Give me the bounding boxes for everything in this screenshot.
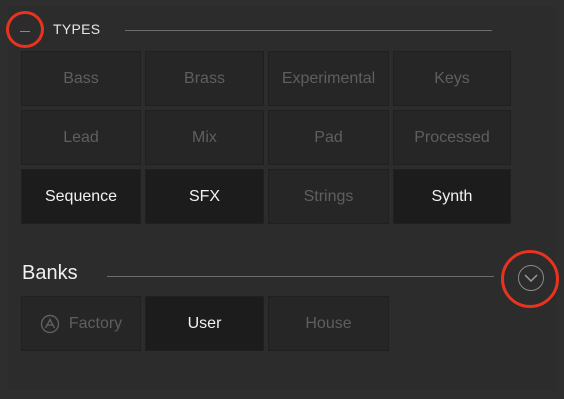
bank-button-factory[interactable]: Factory — [21, 296, 141, 351]
type-button-mix[interactable]: Mix — [145, 110, 264, 165]
type-button-strings[interactable]: Strings — [268, 169, 389, 224]
type-button-bass[interactable]: Bass — [21, 51, 141, 106]
type-button-pad[interactable]: Pad — [268, 110, 389, 165]
bank-button-user[interactable]: User — [145, 296, 264, 351]
types-divider — [125, 30, 492, 31]
type-button-keys[interactable]: Keys — [393, 51, 511, 106]
banks-divider — [107, 276, 494, 277]
type-button-sfx[interactable]: SFX — [145, 169, 264, 224]
type-button-processed[interactable]: Processed — [393, 110, 511, 165]
arturia-logo-icon — [40, 314, 60, 333]
types-section-title: TYPES — [53, 21, 101, 37]
bank-label-factory: Factory — [68, 314, 123, 332]
type-button-experimental[interactable]: Experimental — [268, 51, 389, 106]
type-button-sequence[interactable]: Sequence — [21, 169, 141, 224]
banks-grid: Factory User House — [21, 296, 389, 351]
types-grid: Bass Brass Experimental Keys Lead Mix Pa… — [21, 51, 511, 224]
type-button-brass[interactable]: Brass — [145, 51, 264, 106]
collapse-types-button[interactable] — [14, 20, 36, 42]
expand-banks-button[interactable] — [518, 265, 544, 291]
type-button-synth[interactable]: Synth — [393, 169, 511, 224]
chevron-down-icon — [524, 274, 538, 282]
banks-section-title: Banks — [22, 262, 78, 284]
type-button-lead[interactable]: Lead — [21, 110, 141, 165]
bank-button-house[interactable]: House — [268, 296, 389, 351]
